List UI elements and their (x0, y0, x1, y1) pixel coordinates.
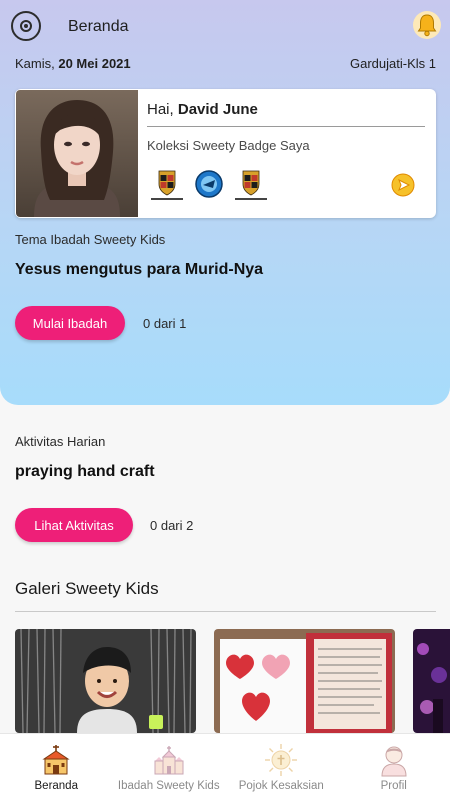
sun-cross-icon (265, 744, 298, 776)
daily-activity-label: Aktivitas Harian (15, 434, 106, 449)
card-divider (147, 126, 425, 127)
avatar (16, 90, 138, 217)
gallery-item[interactable] (413, 629, 450, 733)
bell-icon[interactable] (412, 10, 442, 40)
nav-label: Profil (380, 780, 407, 792)
badge-collection-label: Koleksi Sweety Badge Saya (147, 138, 310, 153)
bottom-navigation: Beranda Ibadah Sweety Kids Pojok Kesaksi… (0, 733, 450, 800)
school-class-label: Gardujati-Kls 1 (350, 56, 436, 71)
top-bar: Beranda (0, 0, 450, 52)
day-label: Kamis, (15, 56, 55, 71)
gallery-divider (15, 611, 436, 612)
current-date: Kamis, 20 Mei 2021 (15, 56, 131, 71)
greeting-prefix: Hai, (147, 101, 174, 118)
badge-list (147, 169, 273, 203)
activity-progress: 0 dari 2 (150, 518, 194, 533)
nav-label: Beranda (34, 780, 78, 792)
greeting: Hai, David June (147, 101, 258, 118)
worship-theme-title: Yesus mengutus para Murid-Nya (15, 261, 264, 278)
nav-item-pojok-kesaksian[interactable]: Pojok Kesaksian (225, 734, 338, 800)
worship-theme-label: Tema Ibadah Sweety Kids (15, 232, 166, 247)
worship-progress: 0 dari 1 (143, 316, 187, 331)
gallery-item[interactable] (214, 629, 395, 733)
gallery-title: Galeri Sweety Kids (15, 579, 159, 598)
profile-card: Hai, David June Koleksi Sweety Badge Say… (15, 89, 436, 218)
nav-label: Pojok Kesaksian (238, 780, 324, 792)
user-name: David June (177, 101, 258, 118)
date-label: 20 Mei 2021 (58, 56, 131, 71)
porsche-badge-icon[interactable] (231, 169, 271, 203)
porsche-badge-icon[interactable] (147, 169, 187, 203)
nav-label: Ibadah Sweety Kids (117, 780, 220, 792)
see-activity-button[interactable]: Lihat Aktivitas (15, 508, 133, 542)
circle-menu-icon[interactable] (11, 11, 41, 41)
cathedral-icon (154, 746, 184, 775)
nav-item-ibadah[interactable]: Ibadah Sweety Kids (113, 734, 226, 800)
daily-activity-title: praying hand craft (15, 463, 155, 480)
nav-item-beranda[interactable]: Beranda (0, 734, 113, 800)
blue-emblem-badge-icon[interactable] (189, 169, 229, 203)
page-title: Beranda (68, 18, 129, 35)
person-icon (381, 746, 407, 777)
gallery-item[interactable] (15, 629, 196, 733)
arrow-right-icon[interactable] (391, 173, 415, 197)
start-worship-button[interactable]: Mulai Ibadah (15, 306, 125, 340)
nav-item-profil[interactable]: Profil (338, 734, 450, 800)
church-icon (42, 745, 70, 775)
